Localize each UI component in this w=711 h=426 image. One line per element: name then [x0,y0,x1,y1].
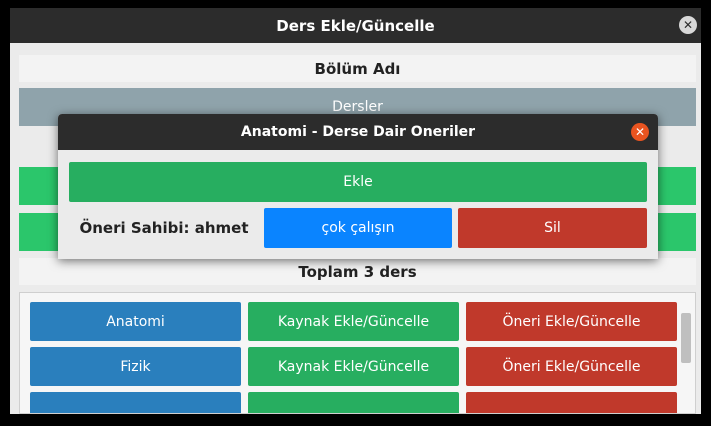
suggestion-text-button[interactable]: çok çalışın [264,208,452,248]
course-name-button[interactable]: Anatomi [30,302,241,341]
kaynak-button[interactable] [248,392,459,413]
oneri-button[interactable]: Öneri Ekle/Güncelle [466,302,677,341]
window-title: Ders Ekle/Güncelle [276,16,435,35]
oneri-button[interactable] [466,392,677,413]
delete-button[interactable]: Sil [458,208,647,248]
close-icon[interactable]: ✕ [679,16,697,34]
window-titlebar: Ders Ekle/Güncelle ✕ [10,8,701,43]
course-name-button[interactable] [30,392,241,413]
course-list: Anatomi Kaynak Ekle/Güncelle Öneri Ekle/… [19,292,696,414]
kaynak-button[interactable]: Kaynak Ekle/Güncelle [248,347,459,386]
suggestions-dialog: Anatomi - Derse Dair Oneriler ✕ Ekle Öne… [58,114,658,259]
course-row [30,392,677,413]
bolum-adi-header: Bölüm Adı [19,55,696,82]
oneri-button[interactable]: Öneri Ekle/Güncelle [466,347,677,386]
dialog-titlebar: Anatomi - Derse Dair Oneriler ✕ [58,114,658,150]
course-row: Fizik Kaynak Ekle/Güncelle Öneri Ekle/Gü… [30,347,677,386]
list-scrollbar[interactable] [681,313,691,363]
suggestion-owner-label: Öneri Sahibi: ahmet [79,219,249,237]
course-row: Anatomi Kaynak Ekle/Güncelle Öneri Ekle/… [30,302,677,341]
course-name-button[interactable]: Fizik [30,347,241,386]
total-courses-label: Toplam 3 ders [19,258,696,285]
add-suggestion-button[interactable]: Ekle [69,162,647,202]
dialog-title: Anatomi - Derse Dair Oneriler [240,124,476,140]
close-icon[interactable]: ✕ [631,123,649,141]
kaynak-button[interactable]: Kaynak Ekle/Güncelle [248,302,459,341]
